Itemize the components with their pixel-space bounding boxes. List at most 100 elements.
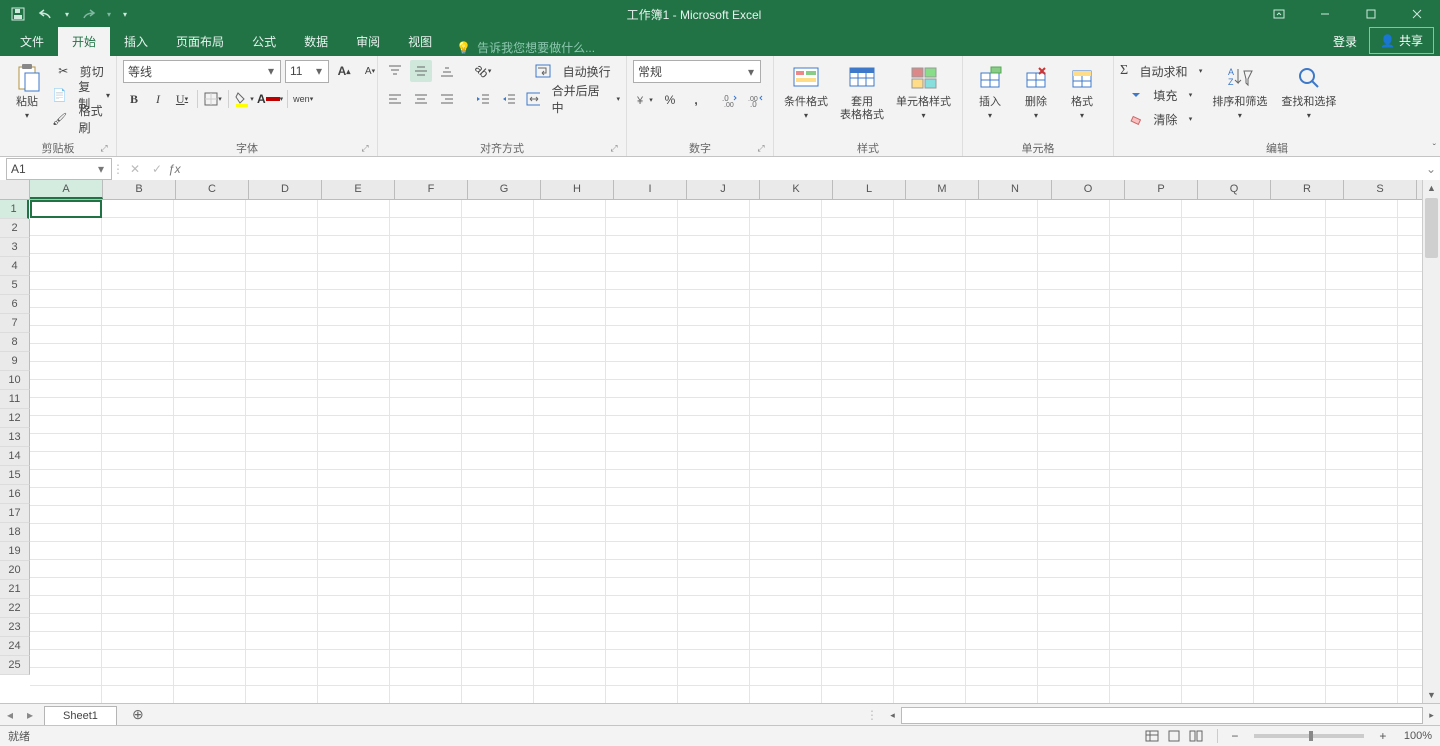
font-size-combo[interactable]: 11▾ [285, 60, 329, 83]
col-header-F[interactable]: F [395, 180, 468, 199]
chevron-down-icon[interactable]: ▾ [744, 65, 758, 79]
redo-button[interactable] [76, 3, 100, 25]
currency-button[interactable]: ¥▾ [633, 89, 655, 111]
col-header-Q[interactable]: Q [1198, 180, 1271, 199]
tell-me[interactable]: 💡 告诉我您想要做什么... [446, 39, 605, 56]
row-header-11[interactable]: 11 [0, 390, 30, 409]
align-center-button[interactable] [410, 88, 432, 110]
font-launcher[interactable]: ⤢ [359, 143, 371, 155]
row-header-20[interactable]: 20 [0, 561, 30, 580]
row-header-21[interactable]: 21 [0, 580, 30, 599]
col-header-H[interactable]: H [541, 180, 614, 199]
row-header-8[interactable]: 8 [0, 333, 30, 352]
qat-customize[interactable]: ▾ [118, 3, 132, 25]
tab-review[interactable]: 审阅 [342, 27, 394, 56]
col-header-N[interactable]: N [979, 180, 1052, 199]
hscroll-track[interactable] [901, 707, 1423, 724]
sheet-tab-active[interactable]: Sheet1 [44, 706, 117, 725]
align-middle-button[interactable] [410, 60, 432, 82]
number-format-combo[interactable]: 常规▾ [633, 60, 761, 83]
sheet-nav-prev[interactable]: ◂ [0, 708, 20, 722]
col-header-D[interactable]: D [249, 180, 322, 199]
row-header-17[interactable]: 17 [0, 504, 30, 523]
undo-menu[interactable]: ▾ [62, 3, 72, 25]
row-header-25[interactable]: 25 [0, 656, 30, 675]
maximize-button[interactable] [1348, 0, 1394, 28]
scroll-right-button[interactable]: ▸ [1423, 710, 1440, 721]
clipboard-launcher[interactable]: ⤢ [98, 143, 110, 155]
zoom-in-button[interactable]: + [1372, 729, 1394, 743]
col-header-B[interactable]: B [103, 180, 176, 199]
increase-indent-button[interactable] [498, 88, 520, 110]
ribbon-display-options[interactable] [1256, 0, 1302, 28]
underline-button[interactable]: U▾ [171, 88, 193, 110]
fill-button[interactable]: 填充 ▾ [1120, 84, 1202, 106]
col-header-J[interactable]: J [687, 180, 760, 199]
col-header-L[interactable]: L [833, 180, 906, 199]
chevron-down-icon[interactable]: ▾ [264, 64, 278, 78]
col-header-I[interactable]: I [614, 180, 687, 199]
orientation-button[interactable]: ab▾ [472, 60, 494, 82]
align-top-button[interactable] [384, 60, 406, 82]
row-header-16[interactable]: 16 [0, 485, 30, 504]
autosum-button[interactable]: Σ 自动求和 ▾ [1120, 60, 1202, 82]
table-format-button[interactable]: 套用 表格格式 [836, 60, 888, 124]
vertical-scrollbar[interactable]: ▲ ▼ [1422, 180, 1440, 704]
col-header-O[interactable]: O [1052, 180, 1125, 199]
redo-menu[interactable]: ▾ [104, 3, 114, 25]
row-header-1[interactable]: 1 [0, 200, 29, 219]
wrap-text-button[interactable]: 自动换行 [526, 60, 620, 82]
merge-center-button[interactable]: 合并后居中 ▾ [526, 88, 620, 110]
row-header-6[interactable]: 6 [0, 295, 30, 314]
add-sheet-button[interactable]: ⊕ [125, 706, 151, 724]
share-button[interactable]: 👤 共享 [1369, 27, 1434, 54]
row-header-24[interactable]: 24 [0, 637, 30, 656]
expand-formula-bar[interactable]: ⌄ [1422, 162, 1440, 176]
row-header-3[interactable]: 3 [0, 238, 30, 257]
row-header-15[interactable]: 15 [0, 466, 30, 485]
decrease-indent-button[interactable] [472, 88, 494, 110]
insert-cells-button[interactable]: 插入▾ [969, 60, 1011, 124]
row-header-4[interactable]: 4 [0, 257, 30, 276]
clear-button[interactable]: 清除 ▾ [1120, 108, 1202, 130]
scroll-up-button[interactable]: ▲ [1423, 180, 1440, 197]
sheet-nav-next[interactable]: ▸ [20, 708, 40, 722]
alignment-launcher[interactable]: ⤢ [608, 143, 620, 155]
select-all-corner[interactable] [0, 180, 30, 199]
font-name-combo[interactable]: 等线▾ [123, 60, 281, 83]
zoom-slider[interactable] [1254, 734, 1364, 738]
find-select-button[interactable]: 查找和选择▾ [1277, 60, 1340, 124]
row-header-2[interactable]: 2 [0, 219, 30, 238]
zoom-level[interactable]: 100% [1404, 730, 1432, 742]
col-header-G[interactable]: G [468, 180, 541, 199]
view-normal-button[interactable] [1145, 730, 1167, 742]
login-button[interactable]: 登录 [1321, 27, 1369, 56]
col-header-R[interactable]: R [1271, 180, 1344, 199]
enter-formula-button[interactable]: ✓ [146, 162, 168, 176]
conditional-format-button[interactable]: 条件格式▾ [780, 60, 832, 124]
col-header-K[interactable]: K [760, 180, 833, 199]
row-header-12[interactable]: 12 [0, 409, 30, 428]
font-color-button[interactable]: A▾ [257, 88, 283, 110]
tab-file[interactable]: 文件 [6, 27, 58, 56]
align-right-button[interactable] [436, 88, 458, 110]
align-bottom-button[interactable] [436, 60, 458, 82]
row-header-23[interactable]: 23 [0, 618, 30, 637]
col-header-P[interactable]: P [1125, 180, 1198, 199]
cells-area[interactable] [30, 200, 1440, 704]
tab-home[interactable]: 开始 [58, 27, 110, 56]
align-left-button[interactable] [384, 88, 406, 110]
row-header-19[interactable]: 19 [0, 542, 30, 561]
view-page-layout-button[interactable] [1167, 730, 1189, 742]
bold-button[interactable]: B [123, 88, 145, 110]
chevron-down-icon[interactable]: ▾ [93, 162, 109, 176]
fx-icon[interactable]: ƒx [168, 162, 188, 176]
decrease-decimal-button[interactable]: .00.0 [745, 89, 767, 111]
tab-data[interactable]: 数据 [290, 27, 342, 56]
scroll-down-button[interactable]: ▼ [1423, 687, 1440, 704]
row-header-18[interactable]: 18 [0, 523, 30, 542]
tab-page-layout[interactable]: 页面布局 [162, 27, 238, 56]
scroll-thumb[interactable] [1425, 198, 1438, 258]
save-button[interactable] [6, 3, 30, 25]
italic-button[interactable]: I [147, 88, 169, 110]
